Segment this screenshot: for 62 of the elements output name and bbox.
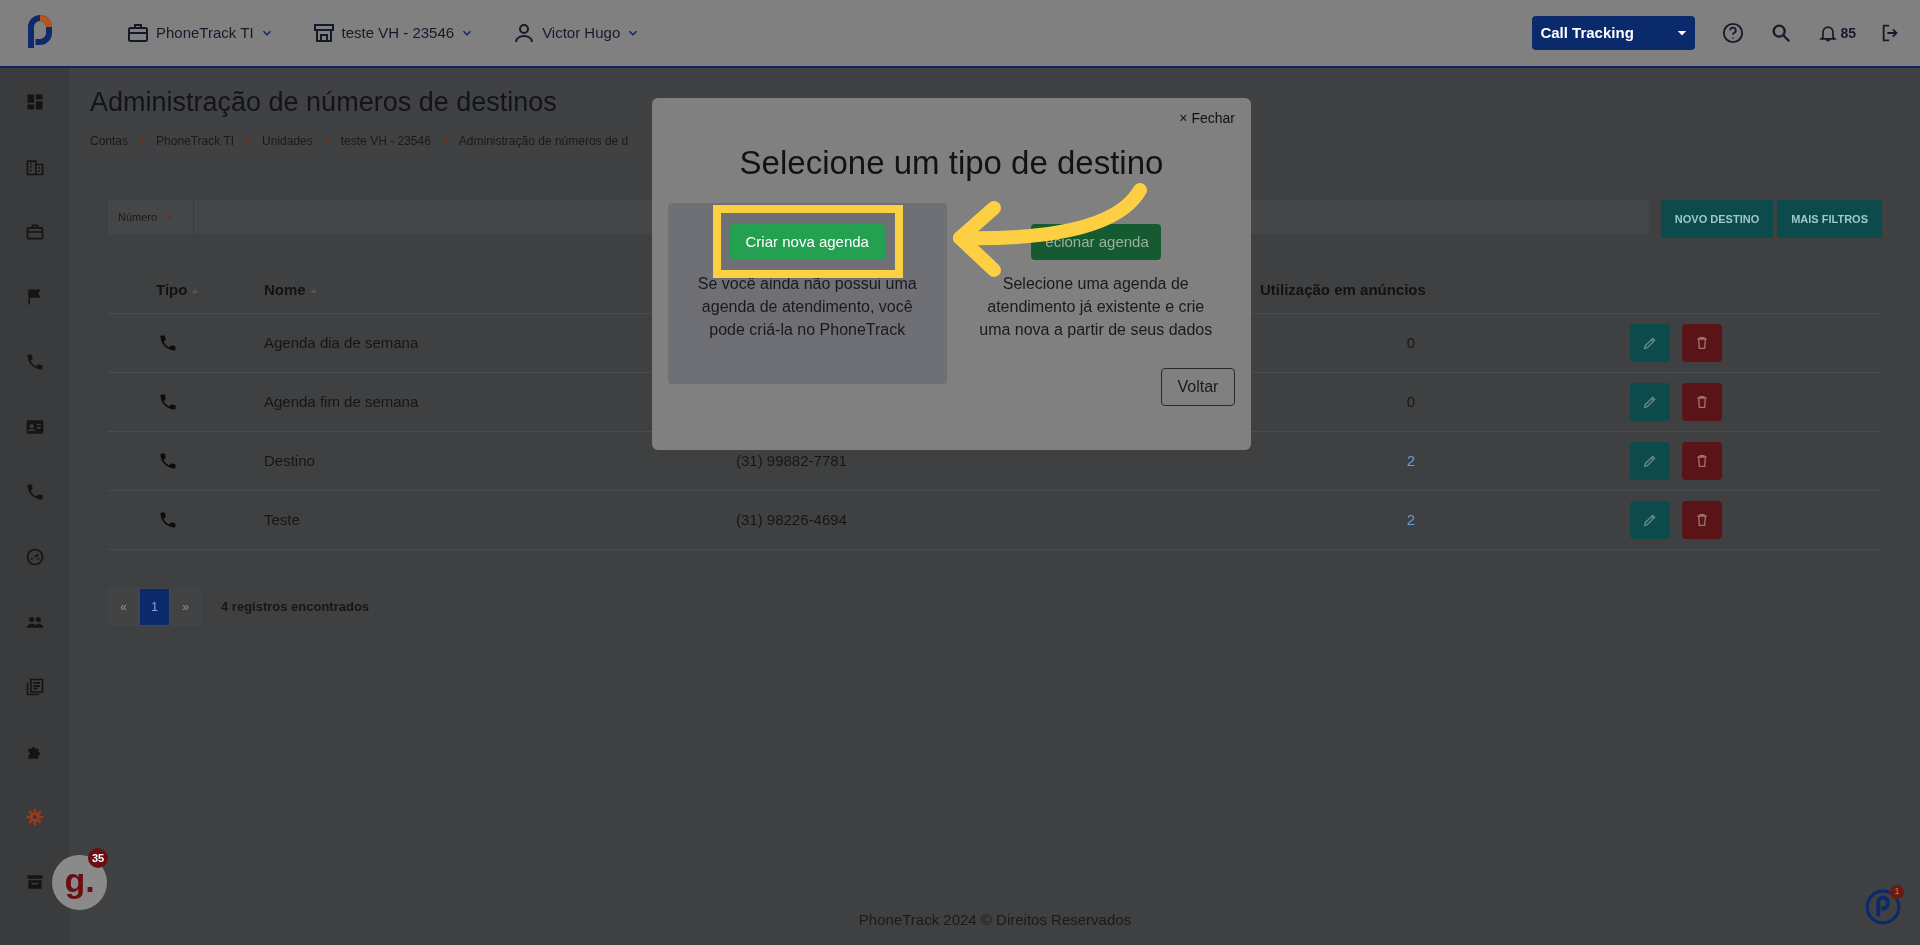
edit-icon	[1642, 394, 1658, 410]
edit-button[interactable]	[1630, 501, 1670, 539]
briefcase-icon	[25, 222, 45, 242]
phone-icon	[158, 333, 178, 353]
trash-icon	[1694, 335, 1710, 351]
product-dropdown[interactable]: Call Tracking	[1532, 16, 1696, 50]
caret-down-icon	[165, 213, 174, 221]
option-description: Selecione uma agenda de atendimento já existente e crie uma nova a partir de seus dados	[978, 274, 1214, 340]
phone-icon	[158, 451, 178, 471]
account-menu[interactable]: Victor Hugo	[512, 21, 641, 45]
phone-icon	[25, 482, 45, 502]
phone-icon	[158, 392, 178, 412]
phone-icon	[158, 510, 178, 530]
delete-button[interactable]	[1682, 442, 1722, 480]
filter-button[interactable]: NOVO DESTINO	[1660, 200, 1774, 238]
phone-icon	[25, 352, 45, 372]
page-button[interactable]: «	[108, 588, 139, 626]
building-icon	[25, 157, 45, 177]
page-button[interactable]: »	[170, 588, 201, 626]
dashboard-icon	[25, 92, 45, 112]
account-menu[interactable]: PhoneTrack TI	[126, 21, 274, 45]
notifications-button[interactable]: 85	[1818, 22, 1856, 44]
help-icon[interactable]	[1722, 22, 1745, 44]
delete-button[interactable]	[1682, 383, 1722, 421]
edit-button[interactable]	[1630, 383, 1670, 421]
gauge-icon	[25, 547, 45, 567]
delete-button[interactable]	[1682, 324, 1722, 362]
chevron-right-icon	[138, 136, 147, 146]
trash-icon	[1694, 453, 1710, 469]
notification-badge: 35	[88, 848, 108, 868]
contact-card-icon	[25, 417, 45, 437]
back-button[interactable]: Voltar	[1161, 368, 1235, 406]
search-icon[interactable]	[1770, 22, 1793, 44]
edit-button[interactable]	[1630, 442, 1670, 480]
filter-button[interactable]: MAIS FILTROS	[1777, 200, 1882, 238]
trash-icon	[1694, 512, 1710, 528]
chevron-right-icon	[322, 136, 331, 146]
close-button[interactable]: × Fechar	[1179, 108, 1235, 129]
caret-down-icon	[1677, 28, 1688, 38]
logo-icon[interactable]	[1864, 888, 1902, 926]
edit-button[interactable]	[1630, 324, 1670, 362]
trash-icon	[1694, 394, 1710, 410]
store-icon	[25, 872, 45, 892]
account-menu[interactable]: teste VH - 23546	[311, 21, 475, 45]
bell-icon	[1818, 23, 1839, 43]
chevron-right-icon	[244, 136, 253, 146]
edit-icon	[1642, 453, 1658, 469]
chevron-right-icon	[440, 136, 449, 146]
usage-link[interactable]: 2	[1406, 449, 1416, 473]
edit-icon	[1642, 335, 1658, 351]
book-icon	[25, 677, 45, 697]
option-description: Se você ainda não possui uma agenda de atendimento, você pode criá-la no PhoneTrack	[696, 274, 918, 340]
gear-icon	[25, 807, 45, 827]
edit-icon	[1642, 512, 1658, 528]
briefcase-icon	[126, 21, 150, 45]
option-button[interactable]: Criar nova agenda	[729, 224, 885, 260]
notification-badge: 1	[1890, 885, 1904, 899]
page-button[interactable]: 1	[139, 588, 170, 626]
usage-link[interactable]: 2	[1406, 508, 1416, 532]
dialog-title: Selecione um tipo de destino	[738, 143, 1165, 183]
delete-button[interactable]	[1682, 501, 1722, 539]
store-icon	[311, 21, 336, 45]
